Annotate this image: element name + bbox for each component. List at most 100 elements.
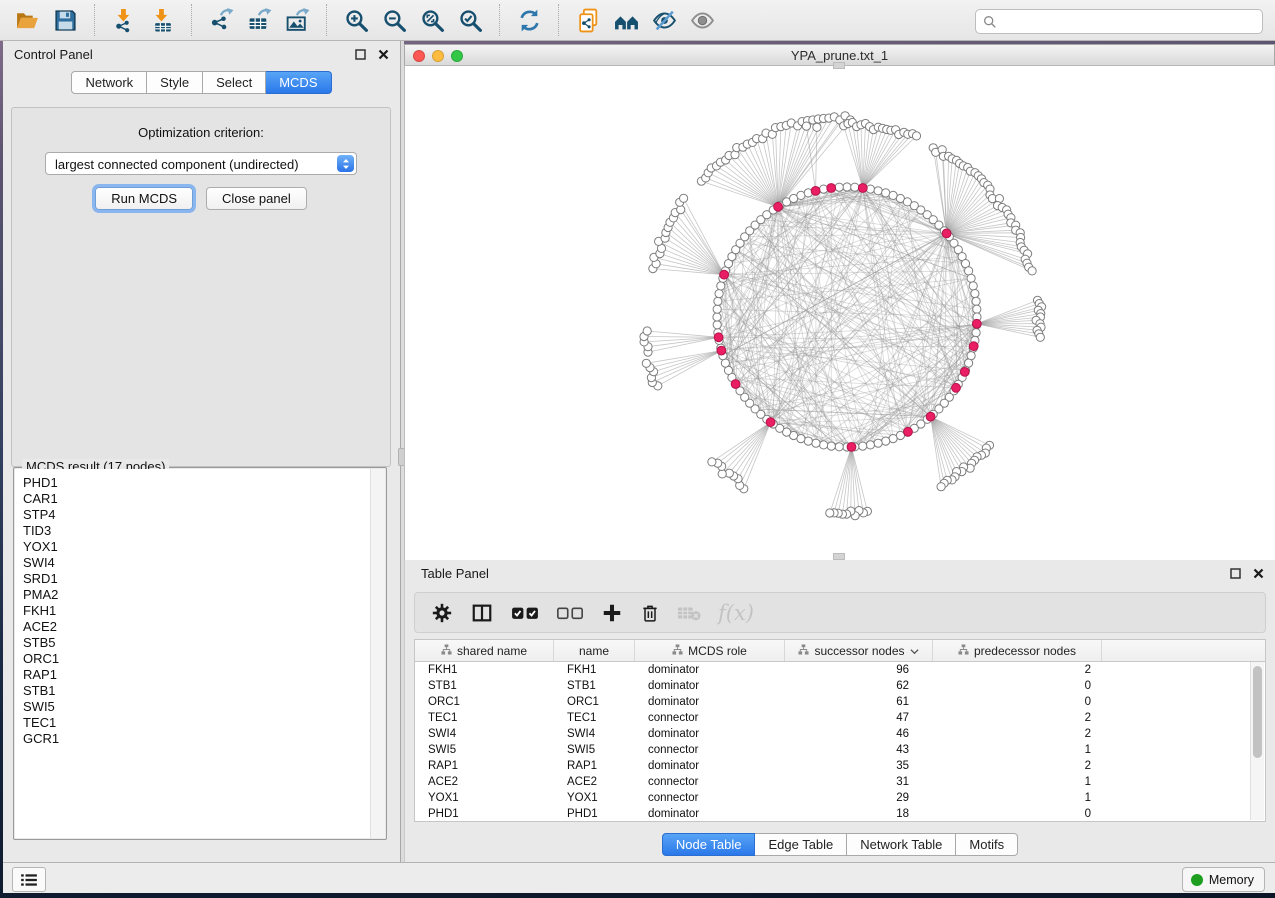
search-network-icon[interactable] [611, 5, 641, 35]
column-header-MCDS-role[interactable]: MCDS role [635, 640, 785, 661]
show-hide-panels-icon[interactable] [687, 5, 717, 35]
tab-edge-table[interactable]: Edge Table [755, 833, 847, 856]
splitter-handle-bottom[interactable] [833, 553, 845, 560]
clone-network-icon[interactable] [573, 5, 603, 35]
table-row[interactable]: FKH1FKH1dominator962 [415, 662, 1265, 678]
splitter-handle-top[interactable] [833, 62, 845, 69]
table-scrollbar-thumb[interactable] [1253, 666, 1262, 758]
close-window-icon[interactable] [413, 50, 425, 62]
result-node-item[interactable]: TID3 [15, 523, 385, 539]
delete-column-icon[interactable] [640, 600, 660, 626]
column-header-predecessor-nodes[interactable]: predecessor nodes [933, 640, 1102, 661]
column-header-successor-nodes[interactable]: successor nodes [785, 640, 933, 661]
result-node-item[interactable]: STB1 [15, 683, 385, 699]
memory-button[interactable]: Memory [1182, 867, 1265, 892]
table-panel-title: Table Panel [405, 560, 1275, 587]
result-node-item[interactable]: STP4 [15, 507, 385, 523]
export-network-icon[interactable] [206, 5, 236, 35]
column-settings-icon[interactable] [431, 600, 453, 626]
table-row[interactable]: STB1STB1dominator620 [415, 678, 1265, 694]
table-scrollbar[interactable] [1250, 662, 1264, 820]
table-row[interactable]: ORC1ORC1dominator610 [415, 694, 1265, 710]
list-icon [20, 873, 38, 887]
result-node-item[interactable]: RAP1 [15, 667, 385, 683]
table-row[interactable]: SWI5SWI5connector431 [415, 742, 1265, 758]
result-node-item[interactable]: ACE2 [15, 619, 385, 635]
result-node-item[interactable]: PHD1 [15, 475, 385, 491]
tab-style[interactable]: Style [147, 71, 203, 94]
float-panel-icon[interactable] [1229, 567, 1242, 580]
result-node-item[interactable]: STB5 [15, 635, 385, 651]
import-table-icon[interactable] [147, 5, 177, 35]
cell-predecessor-nodes: 2 [933, 758, 1102, 774]
memory-label: Memory [1209, 873, 1254, 887]
zoom-out-icon[interactable] [379, 5, 409, 35]
mcds-result-list[interactable]: PHD1CAR1STP4TID3YOX1SWI4SRD1PMA2FKH1ACE2… [15, 469, 385, 838]
result-node-item[interactable]: SRD1 [15, 571, 385, 587]
export-table-icon[interactable] [244, 5, 274, 35]
result-node-item[interactable]: GCR1 [15, 731, 385, 747]
vizmapper-icon[interactable] [649, 5, 679, 35]
tab-select[interactable]: Select [203, 71, 266, 94]
table-row[interactable]: ACE2ACE2connector311 [415, 774, 1265, 790]
import-network-icon[interactable] [109, 5, 139, 35]
close-panel-icon[interactable] [1252, 567, 1265, 580]
table-row[interactable]: SWI4SWI4dominator462 [415, 726, 1265, 742]
close-panel-button[interactable]: Close panel [206, 187, 307, 210]
run-mcds-button[interactable]: Run MCDS [95, 187, 193, 210]
result-node-item[interactable]: SWI5 [15, 699, 385, 715]
table-row[interactable]: TEC1TEC1connector472 [415, 710, 1265, 726]
column-header-name[interactable]: name [554, 640, 635, 661]
split-panel-icon[interactable] [470, 600, 494, 626]
minimize-window-icon[interactable] [432, 50, 444, 62]
cell-predecessor-nodes: 2 [933, 726, 1102, 742]
table-toolbar: f(x) [414, 592, 1266, 633]
result-node-item[interactable]: CAR1 [15, 491, 385, 507]
cell-name: SWI5 [554, 742, 635, 758]
control-panel-tabs: NetworkStyleSelectMCDS [3, 71, 400, 94]
cell-shared-name: RAP1 [415, 758, 554, 774]
add-column-icon[interactable] [601, 600, 623, 626]
zoom-window-icon[interactable] [451, 50, 463, 62]
table-row[interactable]: PHD1PHD1dominator180 [415, 806, 1265, 822]
show-columns-icon[interactable] [511, 600, 539, 626]
search-input[interactable] [1002, 11, 1262, 32]
tab-motifs[interactable]: Motifs [956, 833, 1018, 856]
result-node-item[interactable]: PMA2 [15, 587, 385, 603]
function-builder-icon: f(x) [718, 600, 754, 626]
tab-network-table[interactable]: Network Table [847, 833, 956, 856]
result-node-item[interactable]: ORC1 [15, 651, 385, 667]
network-canvas[interactable] [404, 66, 1275, 560]
result-node-item[interactable]: SWI4 [15, 555, 385, 571]
zoom-in-icon[interactable] [341, 5, 371, 35]
table-row[interactable]: RAP1RAP1dominator352 [415, 758, 1265, 774]
open-file-icon[interactable] [12, 5, 42, 35]
export-image-icon[interactable] [282, 5, 312, 35]
cell-MCDS-role: dominator [635, 758, 785, 774]
result-list-scrollbar[interactable] [370, 469, 385, 838]
result-node-item[interactable]: YOX1 [15, 539, 385, 555]
result-node-item[interactable]: FKH1 [15, 603, 385, 619]
hide-columns-icon[interactable] [556, 600, 584, 626]
delete-table-icon [677, 600, 701, 626]
refresh-view-icon[interactable] [514, 5, 544, 35]
table-row[interactable]: YOX1YOX1connector291 [415, 790, 1265, 806]
zoom-fit-icon[interactable] [417, 5, 447, 35]
close-panel-icon[interactable] [377, 48, 390, 61]
float-panel-icon[interactable] [354, 48, 367, 61]
save-session-icon[interactable] [50, 5, 80, 35]
cell-successor-nodes: 18 [785, 806, 933, 822]
column-header-shared-name[interactable]: shared name [415, 640, 554, 661]
cell-predecessor-nodes: 0 [933, 678, 1102, 694]
cell-successor-nodes: 31 [785, 774, 933, 790]
zoom-selected-icon[interactable] [455, 5, 485, 35]
show-panels-button[interactable] [12, 867, 46, 892]
tab-mcds[interactable]: MCDS [266, 71, 331, 94]
tab-node-table[interactable]: Node Table [662, 833, 756, 856]
cell-successor-nodes: 61 [785, 694, 933, 710]
tab-network[interactable]: Network [71, 71, 147, 94]
status-bar: Memory [3, 862, 1275, 893]
result-node-item[interactable]: TEC1 [15, 715, 385, 731]
control-panel: Control Panel NetworkStyleSelectMCDS Opt… [3, 41, 401, 862]
optimization-criterion-select[interactable]: largest connected component (undirected) [45, 152, 357, 175]
